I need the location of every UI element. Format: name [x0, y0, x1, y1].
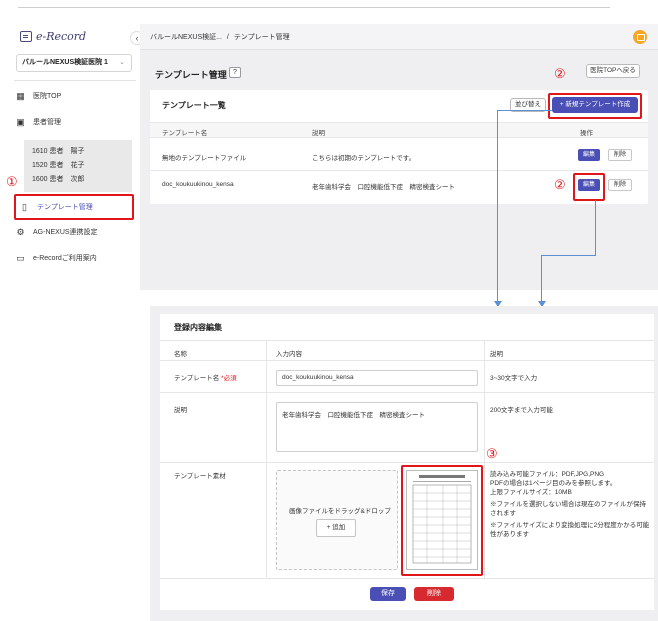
hint-line: ※ファイルを選択しない場合は現在のファイルが保持されます — [490, 501, 646, 517]
chevron-down-icon: ⌄ — [119, 59, 125, 66]
sidebar-item-templates[interactable]: ▯ テンプレート管理 — [20, 199, 140, 215]
top-divider — [18, 7, 610, 8]
dropzone-text: 画像ファイルをドラッグ&ドロップ — [289, 508, 391, 515]
save-button[interactable]: 保存 — [370, 587, 406, 601]
annotation-three: ③ — [486, 446, 498, 461]
delete-button[interactable]: 削除 — [608, 149, 632, 161]
logo-icon — [20, 31, 32, 42]
grid-line — [160, 360, 654, 361]
template-list-title: テンプレート一覧 — [162, 101, 226, 110]
template-name-input[interactable]: doc_koukuukinou_kensa — [276, 370, 478, 386]
patient-item[interactable]: 1520 患者 花子 — [32, 160, 85, 170]
template-name[interactable]: 無地のテンプレートファイル — [162, 152, 246, 162]
hint-line: PDFの場合は1ページ目のみを参照します。 — [490, 480, 617, 487]
grid-line — [160, 392, 654, 393]
add-file-button[interactable]: + 追加 — [316, 519, 356, 537]
table-header — [150, 122, 648, 138]
grid-icon: ▦ — [16, 90, 25, 101]
breadcrumb-text: バルールNEXUS検証... / テンプレート管理 — [150, 32, 290, 42]
clinic-select[interactable]: バルールNEXUS検証医院 1 ⌄ — [16, 54, 132, 72]
grid-line — [484, 340, 485, 578]
connector-line — [541, 255, 596, 256]
new-template-button[interactable]: + 新規テンプレート作成 — [552, 97, 638, 113]
page-title: テンプレート管理 — [155, 70, 227, 80]
app-logo[interactable]: e-Record — [20, 30, 86, 43]
clinic-select-value: バルールNEXUS検証医院 1 — [22, 59, 108, 66]
material-hints: 読み込み可能ファイル：PDF,JPG,PNG PDFの場合は1ページ目のみを参照… — [490, 470, 650, 539]
grid-line — [160, 340, 654, 341]
column-header-description: 説明 — [490, 351, 503, 358]
breadcrumb-separator: / — [226, 34, 229, 41]
grid-line — [266, 340, 267, 578]
clinic-top-button[interactable]: 医院TOPへ戻る — [586, 64, 640, 78]
field-label-material: テンプレート素材 — [174, 473, 226, 480]
template-name[interactable]: doc_koukuukinou_kensa — [162, 181, 234, 188]
sidebar-item-label: テンプレート管理 — [37, 204, 93, 211]
breadcrumb-parent[interactable]: バルールNEXUS検証... — [150, 34, 222, 41]
required-mark: *必須 — [221, 375, 237, 382]
annotation-two-row: ② — [554, 177, 566, 192]
name-hint: 3~30文字で入力 — [490, 375, 538, 382]
patient-item[interactable]: 1600 患者 次郎 — [32, 174, 85, 184]
column-header-name: 名称 — [174, 351, 187, 358]
patient-item[interactable]: 1610 患者 陽子 — [32, 146, 85, 156]
template-description: 老年歯科学会 口腔機能低下症 精密検査シート — [312, 184, 455, 191]
column-header-name: テンプレート名 — [162, 130, 208, 137]
sidebar-divider — [14, 80, 136, 81]
field-label-text: テンプレート名 — [174, 375, 220, 382]
delete-button[interactable]: 削除 — [608, 179, 632, 191]
field-label-description: 説明 — [174, 407, 187, 414]
row-divider — [150, 170, 648, 171]
edit-button[interactable]: 編集 — [578, 149, 600, 161]
column-header-desc: 説明 — [312, 130, 325, 137]
hint-line: 上限ファイルサイズ：10MB — [490, 489, 572, 496]
column-header-actions: 操作 — [580, 130, 593, 137]
edit-title: 登録内容編集 — [174, 323, 222, 332]
connector-line — [595, 200, 596, 256]
template-description: こちらは初期のテンプレートです。 — [312, 155, 416, 162]
help-button[interactable]: ? — [229, 67, 241, 78]
connector-line — [497, 110, 552, 111]
user-menu-icon[interactable] — [633, 30, 647, 44]
hint-line: ※ファイルサイズにより変換処理に2分程度かかる可能性があります — [490, 522, 650, 538]
edit-button[interactable]: 編集 — [578, 179, 600, 191]
document-icon: ▯ — [22, 201, 27, 212]
breadcrumb-current: テンプレート管理 — [233, 34, 290, 41]
sidebar-item-label: 医院TOP — [33, 93, 62, 100]
hint-line: 読み込み可能ファイル：PDF,JPG,PNG — [490, 471, 605, 478]
sidebar-item-label: AG-NEXUS連携設定 — [33, 229, 98, 236]
sidebar-item-label: 患者管理 — [33, 119, 61, 126]
logo-text: e-Record — [36, 30, 87, 43]
template-preview-thumbnail — [406, 470, 478, 570]
sidebar-item-patients[interactable]: ▣ 患者管理 — [16, 114, 136, 130]
sidebar-item-label: e-Recordご利用案内 — [33, 255, 97, 262]
description-textarea[interactable]: 老年歯科学会 口腔機能低下症 精密検査シート — [276, 402, 478, 452]
annotation-one: ① — [6, 174, 18, 189]
annotation-two: ② — [554, 66, 566, 81]
grid-line — [160, 578, 654, 579]
grid-line — [160, 462, 654, 463]
field-label-name: テンプレート名 *必須 — [174, 372, 237, 382]
sidebar-item-guide[interactable]: ▭ e-Recordご利用案内 — [16, 250, 136, 266]
sidebar-item-clinic-top[interactable]: ▦ 医院TOP — [16, 88, 136, 104]
chevron-left-icon: ‹ — [135, 33, 139, 43]
description-hint: 200文字まで入力可能 — [490, 407, 553, 414]
patient-card-icon: ▣ — [16, 116, 25, 127]
gear-icon: ⚙ — [16, 226, 25, 237]
sidebar-item-ag-nexus[interactable]: ⚙ AG-NEXUS連携設定 — [16, 224, 136, 240]
connector-line — [541, 255, 542, 306]
document-preview-icon — [412, 475, 472, 564]
delete-template-button[interactable]: 削除 — [414, 587, 454, 601]
column-header-input: 入力内容 — [276, 351, 302, 358]
window-icon: ▭ — [16, 252, 25, 263]
connector-line — [497, 110, 498, 306]
